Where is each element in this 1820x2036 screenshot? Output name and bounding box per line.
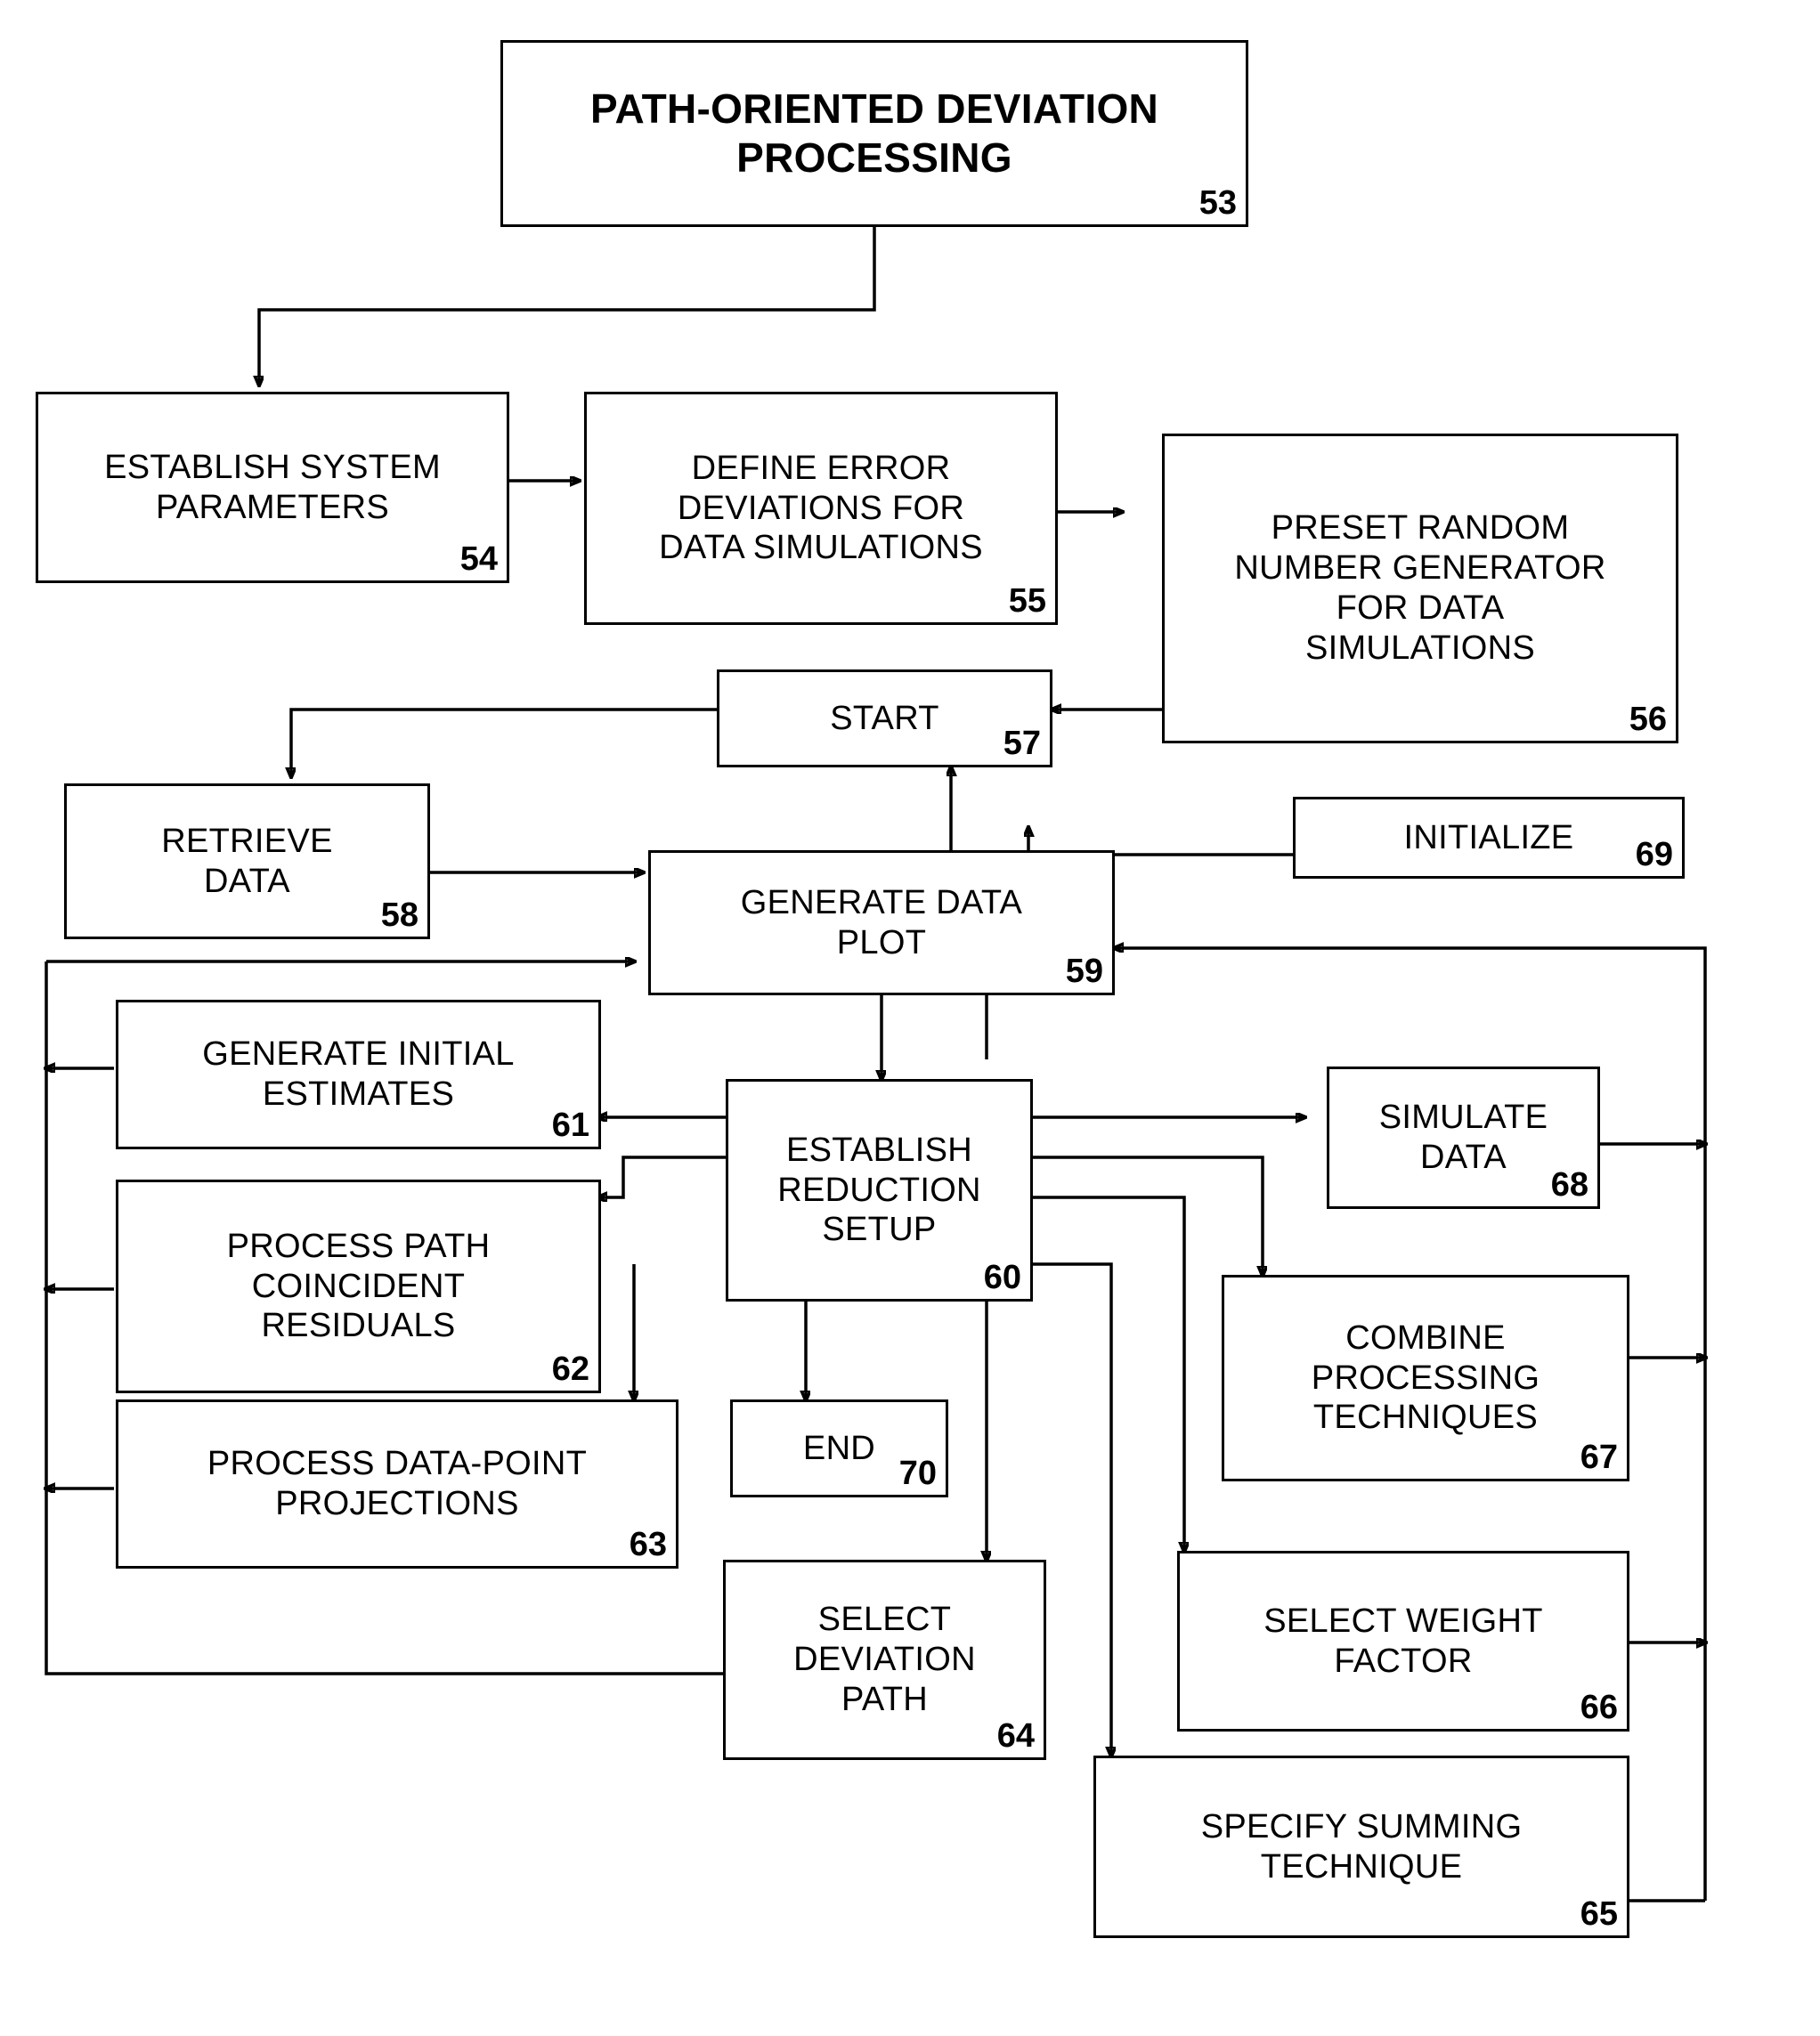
- node-label: PATH-ORIENTED DEVIATION PROCESSING: [589, 85, 1159, 181]
- node-establish-reduction-setup[interactable]: ESTABLISH REDUCTION SETUP 60: [726, 1079, 1033, 1302]
- node-initialize[interactable]: INITIALIZE 69: [1293, 797, 1685, 879]
- node-number: 63: [629, 1526, 667, 1563]
- node-end[interactable]: END 70: [730, 1399, 948, 1497]
- node-label: SIMULATE DATA: [1378, 1099, 1548, 1176]
- node-label: DEFINE ERROR DEVIATIONS FOR DATA SIMULAT…: [659, 449, 983, 567]
- node-label: GENERATE INITIAL ESTIMATES: [202, 1035, 515, 1113]
- node-number: 69: [1635, 836, 1673, 873]
- node-label: GENERATE DATA PLOT: [740, 883, 1023, 961]
- node-number: 59: [1065, 953, 1103, 990]
- node-number: 60: [983, 1259, 1021, 1296]
- node-label: PROCESS DATA-POINT PROJECTIONS: [207, 1445, 588, 1522]
- node-generate-data-plot[interactable]: GENERATE DATA PLOT 59: [648, 850, 1115, 995]
- node-number: 68: [1550, 1166, 1588, 1204]
- node-label: SPECIFY SUMMING TECHNIQUE: [1200, 1807, 1523, 1886]
- node-number: 56: [1629, 701, 1667, 738]
- node-number: 58: [380, 896, 418, 934]
- node-number: 57: [1003, 725, 1041, 762]
- node-number: 53: [1198, 184, 1237, 222]
- node-number: 67: [1580, 1439, 1618, 1476]
- node-label: INITIALIZE: [1403, 818, 1574, 856]
- node-label: SELECT WEIGHT FACTOR: [1263, 1602, 1543, 1680]
- node-number: 62: [551, 1351, 589, 1388]
- node-number: 61: [551, 1107, 589, 1144]
- node-retrieve-data[interactable]: RETRIEVE DATA 58: [64, 783, 430, 939]
- node-label: START: [830, 699, 939, 737]
- node-label: COMBINE PROCESSING TECHNIQUES: [1311, 1318, 1540, 1437]
- node-simulate-data[interactable]: SIMULATE DATA 68: [1327, 1067, 1600, 1209]
- node-establish-system-parameters[interactable]: ESTABLISH SYSTEM PARAMETERS 54: [36, 392, 509, 583]
- node-define-error-deviations[interactable]: DEFINE ERROR DEVIATIONS FOR DATA SIMULAT…: [584, 392, 1058, 625]
- node-label: ESTABLISH REDUCTION SETUP: [777, 1131, 981, 1249]
- node-number: 65: [1580, 1895, 1618, 1933]
- node-label: SELECT DEVIATION PATH: [793, 1601, 976, 1718]
- node-select-weight-factor[interactable]: SELECT WEIGHT FACTOR 66: [1177, 1551, 1629, 1732]
- node-path-oriented-deviation-processing[interactable]: PATH-ORIENTED DEVIATION PROCESSING 53: [500, 40, 1248, 227]
- node-label: PRESET RANDOM NUMBER GENERATOR FOR DATA …: [1234, 509, 1606, 667]
- node-preset-random-number-generator[interactable]: PRESET RANDOM NUMBER GENERATOR FOR DATA …: [1162, 434, 1678, 743]
- node-label: END: [802, 1429, 876, 1467]
- node-label: ESTABLISH SYSTEM PARAMETERS: [104, 448, 441, 526]
- flowchart-canvas: PATH-ORIENTED DEVIATION PROCESSING 53 ES…: [0, 0, 1820, 2036]
- node-generate-initial-estimates[interactable]: GENERATE INITIAL ESTIMATES 61: [116, 1000, 601, 1149]
- node-number: 70: [898, 1455, 937, 1492]
- node-number: 55: [1008, 582, 1046, 620]
- node-specify-summing-technique[interactable]: SPECIFY SUMMING TECHNIQUE 65: [1093, 1756, 1629, 1938]
- node-number: 64: [996, 1717, 1035, 1755]
- node-label: RETRIEVE DATA: [161, 822, 333, 900]
- node-number: 54: [459, 540, 498, 578]
- node-process-path-coincident-residuals[interactable]: PROCESS PATH COINCIDENT RESIDUALS 62: [116, 1180, 601, 1393]
- node-combine-processing-techniques[interactable]: COMBINE PROCESSING TECHNIQUES 67: [1222, 1275, 1629, 1481]
- node-process-data-point-projections[interactable]: PROCESS DATA-POINT PROJECTIONS 63: [116, 1399, 678, 1569]
- node-start[interactable]: START 57: [717, 669, 1052, 767]
- node-label: PROCESS PATH COINCIDENT RESIDUALS: [226, 1227, 491, 1345]
- node-select-deviation-path[interactable]: SELECT DEVIATION PATH 64: [723, 1560, 1046, 1760]
- node-number: 66: [1580, 1689, 1618, 1726]
